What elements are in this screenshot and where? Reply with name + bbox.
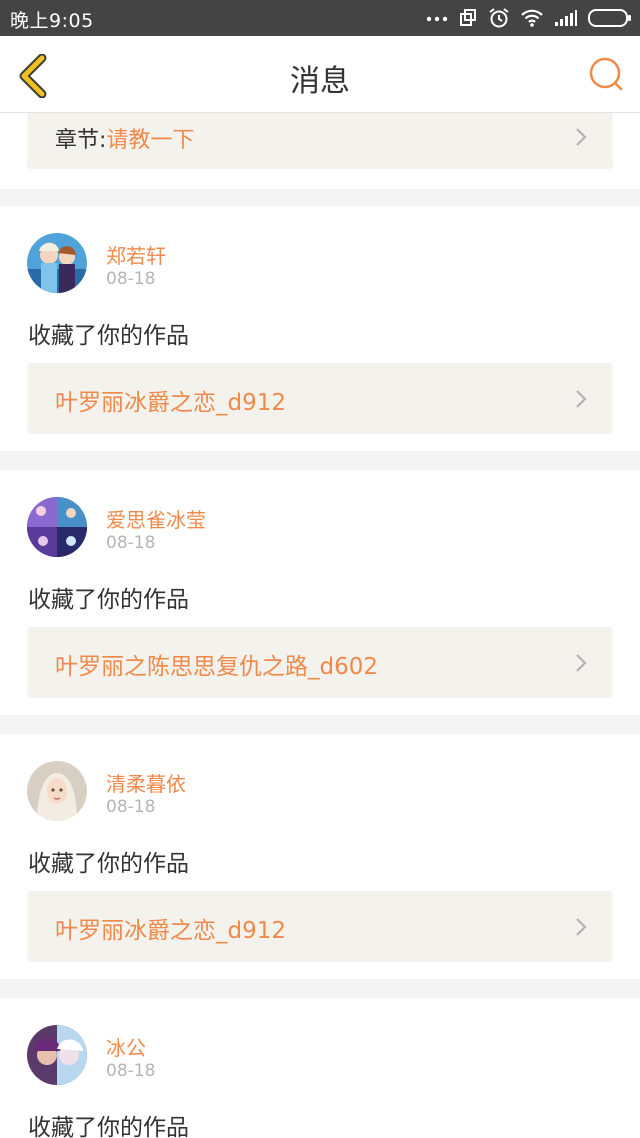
search-icon[interactable] [588, 56, 624, 92]
message-card: 郑若轩 08-18 收藏了你的作品 叶罗丽冰爵之恋_d912 [0, 206, 640, 451]
chevron-right-icon [576, 654, 587, 672]
screen-rotate-icon [460, 9, 476, 26]
work-link[interactable]: 叶罗丽冰爵之恋_d912 [27, 891, 613, 962]
wifi-icon [521, 9, 543, 27]
chevron-right-icon [576, 918, 587, 936]
signal-icon [555, 10, 577, 26]
status-bar: 晚上9:05 [0, 0, 640, 36]
message-action: 收藏了你的作品 [28, 587, 189, 613]
username[interactable]: 清柔暮依 [106, 768, 186, 797]
work-link[interactable]: 叶罗丽之陈思思复仇之路_d602 [27, 627, 613, 698]
status-icons [426, 6, 632, 30]
chapter-title: 请教一下 [106, 128, 195, 153]
avatar[interactable] [27, 497, 87, 557]
work-link[interactable]: 叶罗丽冰爵之恋_d912 [27, 363, 613, 434]
message-card: 爱思雀冰莹 08-18 收藏了你的作品 叶罗丽之陈思思复仇之路_d602 [0, 470, 640, 715]
top-navigation-bar: 消息 [0, 36, 640, 113]
alarm-icon [489, 8, 509, 28]
message-action: 收藏了你的作品 [28, 851, 189, 877]
message-date: 08-18 [106, 797, 156, 817]
avatar[interactable] [27, 233, 87, 293]
work-title: 叶罗丽冰爵之恋_d912 [55, 390, 286, 416]
message-date: 08-18 [106, 269, 156, 289]
message-list: 章节:请教一下 郑若轩 08-18 收藏了你的作品 叶罗丽冰爵之恋_d912 爱… [0, 113, 640, 1138]
username[interactable]: 爱思雀冰莹 [106, 504, 206, 533]
chapter-label-text: 章节: [55, 128, 107, 153]
username[interactable]: 冰公 [106, 1032, 146, 1061]
message-date: 08-18 [106, 533, 156, 553]
status-time: 晚上9:05 [10, 10, 94, 32]
chevron-right-icon [576, 128, 587, 146]
more-dots-icon [426, 16, 448, 22]
message-card: 清柔暮依 08-18 收藏了你的作品 叶罗丽冰爵之恋_d912 [0, 734, 640, 979]
avatar[interactable] [27, 1025, 87, 1085]
chevron-right-icon [576, 390, 587, 408]
avatar[interactable] [27, 761, 87, 821]
work-title: 叶罗丽冰爵之恋_d912 [55, 918, 286, 944]
page-title: 消息 [290, 64, 350, 99]
chapter-label: 章节:请教一下 [55, 122, 194, 154]
work-title: 叶罗丽之陈思思复仇之路_d602 [55, 654, 378, 680]
message-action: 收藏了你的作品 [28, 1115, 189, 1138]
username[interactable]: 郑若轩 [106, 240, 166, 269]
message-card-partial: 章节:请教一下 [0, 113, 640, 189]
message-action: 收藏了你的作品 [28, 323, 189, 349]
message-date: 08-18 [106, 1061, 156, 1081]
chapter-link[interactable]: 章节:请教一下 [27, 113, 613, 169]
message-card: 冰公 08-18 收藏了你的作品 [0, 998, 640, 1138]
battery-icon [588, 9, 631, 27]
